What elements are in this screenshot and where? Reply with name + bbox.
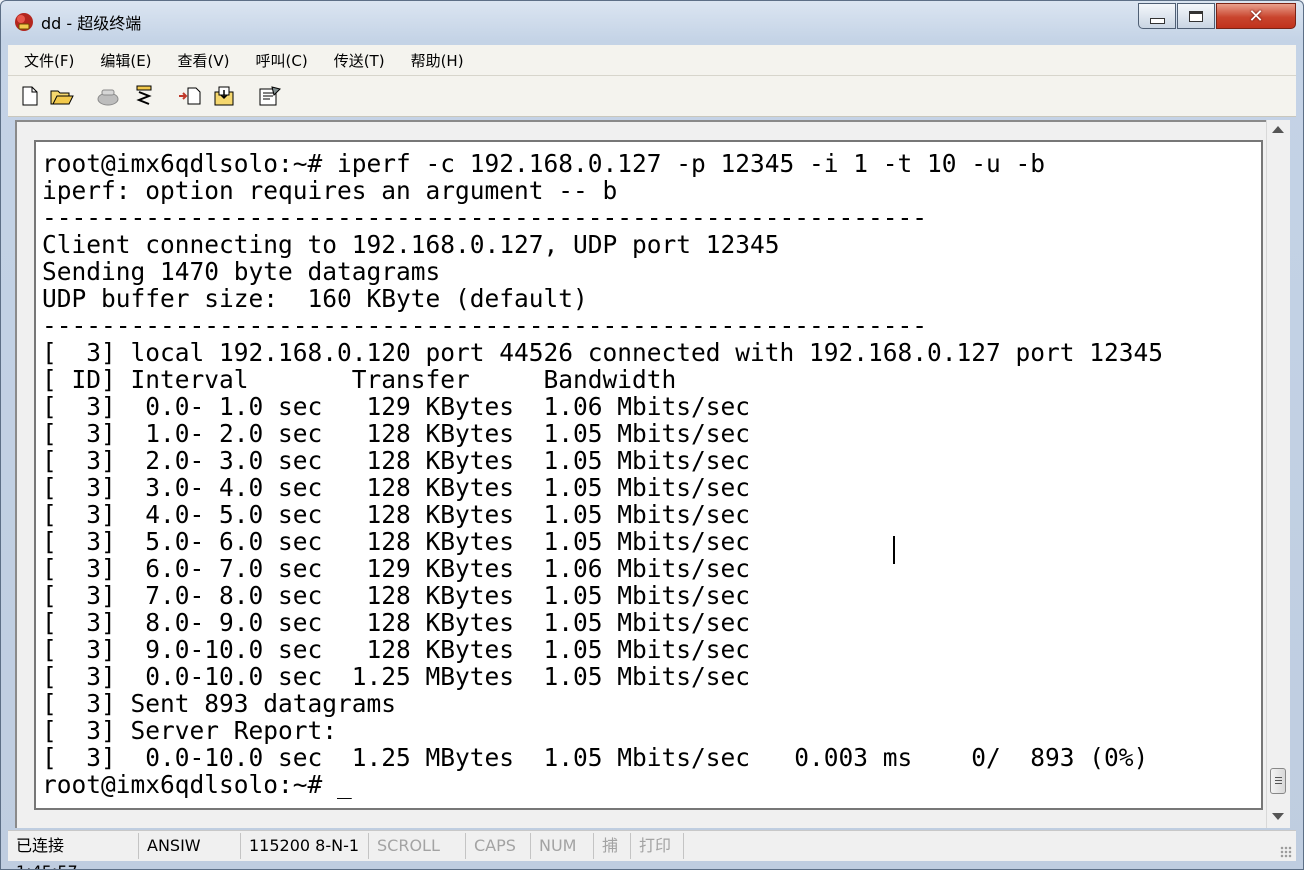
status-connection: 已连接 1:45:57 xyxy=(8,833,139,869)
menu-view[interactable]: 查看(V) xyxy=(162,50,240,71)
vertical-scrollbar[interactable] xyxy=(1266,120,1290,828)
maximize-icon xyxy=(1189,10,1203,22)
terminal-line: ----------------------------------------… xyxy=(42,311,928,340)
scroll-up-icon[interactable] xyxy=(1272,126,1284,133)
status-capture: 捕 xyxy=(594,833,631,859)
terminal-line: [ 3] 8.0- 9.0 sec 128 KBytes 1.05 Mbits/… xyxy=(42,608,751,637)
phone-disconnect-icon[interactable] xyxy=(96,84,120,108)
scroll-down-icon[interactable] xyxy=(1272,813,1284,820)
phone-connect-icon[interactable] xyxy=(132,84,156,108)
status-scroll: SCROLL xyxy=(369,833,466,859)
grip-lines-icon xyxy=(1275,777,1282,778)
status-caps: CAPS xyxy=(466,833,531,859)
toolbar xyxy=(8,76,1296,117)
scroll-thumb[interactable] xyxy=(1270,768,1286,794)
terminal-line: [ 3] 3.0- 4.0 sec 128 KBytes 1.05 Mbits/… xyxy=(42,473,751,502)
menu-help[interactable]: 帮助(H) xyxy=(395,50,474,71)
status-port: 115200 8-N-1 xyxy=(241,833,369,859)
terminal-line: ----------------------------------------… xyxy=(42,203,928,232)
text-cursor xyxy=(893,536,895,564)
terminal-line: [ 3] Server Report: xyxy=(42,716,338,745)
terminal-client-area: root@imx6qdlsolo:~# iperf -c 192.168.0.1… xyxy=(15,120,1289,828)
resize-grip-icon[interactable] xyxy=(1280,846,1292,858)
terminal-screen[interactable]: root@imx6qdlsolo:~# iperf -c 192.168.0.1… xyxy=(34,140,1263,810)
menu-edit[interactable]: 编辑(E) xyxy=(84,50,161,71)
terminal-line: [ 3] 0.0-10.0 sec 1.25 MBytes 1.05 Mbits… xyxy=(42,662,751,691)
terminal-line: [ 3] 4.0- 5.0 sec 128 KBytes 1.05 Mbits/… xyxy=(42,500,751,529)
terminal-line: [ 3] 1.0- 2.0 sec 128 KBytes 1.05 Mbits/… xyxy=(42,419,751,448)
terminal-line: [ 3] 0.0- 1.0 sec 129 KBytes 1.06 Mbits/… xyxy=(42,392,751,421)
hyperterminal-window: dd - 超级终端 ✕ 文件(F) 编辑(E) 查看(V) 呼叫(C) 传送(T… xyxy=(0,0,1304,870)
maximize-button[interactable] xyxy=(1177,3,1215,29)
terminal-line: [ 3] 2.0- 3.0 sec 128 KBytes 1.05 Mbits/… xyxy=(42,446,751,475)
terminal-line: [ ID] Interval Transfer Bandwidth xyxy=(42,365,677,394)
status-bar: 已连接 1:45:57 ANSIW 115200 8-N-1 SCROLL CA… xyxy=(8,830,1296,869)
menu-call[interactable]: 呼叫(C) xyxy=(240,50,318,71)
terminal-line: [ 3] 0.0-10.0 sec 1.25 MBytes 1.05 Mbits… xyxy=(42,743,1149,772)
minimize-button[interactable] xyxy=(1138,3,1176,29)
terminal-line: root@imx6qdlsolo:~# _ xyxy=(42,770,352,799)
open-folder-icon[interactable] xyxy=(50,84,74,108)
terminal-line: [ 3] 9.0-10.0 sec 128 KBytes 1.05 Mbits/… xyxy=(42,635,751,664)
status-print: 打印 xyxy=(631,833,684,859)
window-title: dd - 超级终端 xyxy=(41,14,142,33)
terminal-line: [ 3] Sent 893 datagrams xyxy=(42,689,397,718)
menu-file[interactable]: 文件(F) xyxy=(8,50,84,71)
terminal-line: UDP buffer size: 160 KByte (default) xyxy=(42,284,588,313)
menu-bar: 文件(F) 编辑(E) 查看(V) 呼叫(C) 传送(T) 帮助(H) xyxy=(8,45,1296,76)
menu-transfer[interactable]: 传送(T) xyxy=(318,50,395,71)
title-bar[interactable]: dd - 超级终端 ✕ xyxy=(1,1,1303,39)
terminal-output[interactable]: root@imx6qdlsolo:~# iperf -c 192.168.0.1… xyxy=(42,150,1163,798)
terminal-line: Client connecting to 192.168.0.127, UDP … xyxy=(42,230,780,259)
terminal-line: [ 3] 6.0- 7.0 sec 129 KBytes 1.06 Mbits/… xyxy=(42,554,751,583)
terminal-line: Sending 1470 byte datagrams xyxy=(42,257,441,286)
properties-icon[interactable] xyxy=(258,84,282,108)
receive-file-icon[interactable] xyxy=(212,84,236,108)
minimize-icon xyxy=(1149,18,1165,24)
terminal-line: [ 3] 7.0- 8.0 sec 128 KBytes 1.05 Mbits/… xyxy=(42,581,751,610)
close-icon: ✕ xyxy=(1248,5,1264,27)
terminal-line: [ 3] 5.0- 6.0 sec 128 KBytes 1.05 Mbits/… xyxy=(42,527,751,556)
close-button[interactable]: ✕ xyxy=(1216,3,1296,29)
terminal-line: [ 3] local 192.168.0.120 port 44526 conn… xyxy=(42,338,1164,367)
terminal-line: root@imx6qdlsolo:~# iperf -c 192.168.0.1… xyxy=(42,149,1046,178)
send-file-icon[interactable] xyxy=(178,84,202,108)
new-file-icon[interactable] xyxy=(18,84,42,108)
terminal-line: iperf: option requires an argument -- b xyxy=(42,176,618,205)
status-num: NUM xyxy=(531,833,594,859)
status-emulation: ANSIW xyxy=(139,833,241,859)
hyperterminal-icon xyxy=(15,13,33,31)
